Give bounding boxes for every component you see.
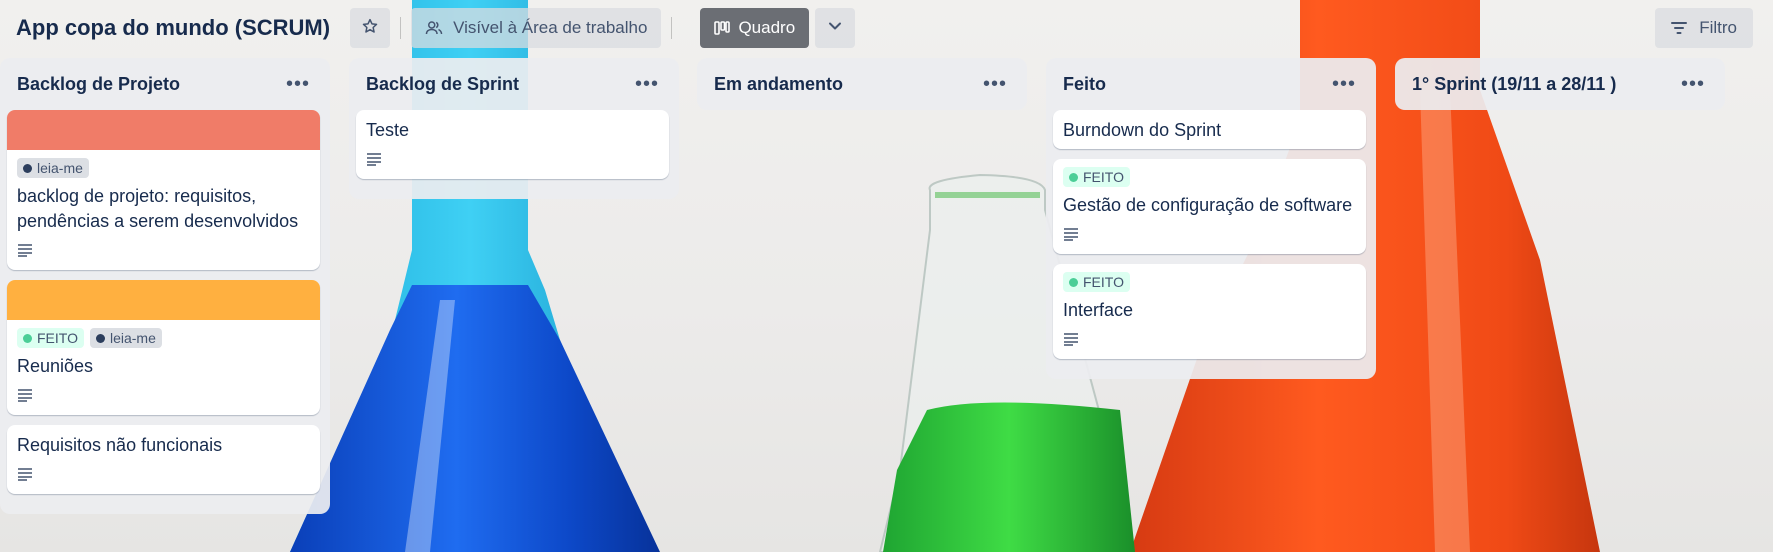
list-header: Backlog de Projeto ••• (7, 58, 320, 110)
description-icon (17, 388, 33, 407)
people-icon (425, 20, 443, 36)
more-dots-icon[interactable]: ••• (1681, 74, 1705, 94)
header-divider (400, 17, 402, 39)
filter-button[interactable]: Filtro (1655, 8, 1753, 48)
visibility-button[interactable]: Visível à Área de trabalho (411, 8, 662, 48)
label-feito[interactable]: FEITO (17, 328, 84, 348)
list-header: Backlog de Sprint ••• (356, 58, 669, 110)
chevron-down-icon (827, 18, 843, 39)
list-title[interactable]: Backlog de Sprint (366, 74, 519, 95)
card[interactable]: FEITO Gestão de configuração de software (1053, 159, 1366, 254)
more-dots-icon[interactable]: ••• (983, 74, 1007, 94)
list-header: Feito ••• (1053, 58, 1366, 110)
list-backlog-de-projeto: Backlog de Projeto ••• leia-me backlog d… (0, 58, 330, 514)
board-header: App copa do mundo (SCRUM) Visível à Área… (0, 0, 1773, 56)
list-feito: Feito ••• Burndown do Sprint FEITO Gestã… (1046, 58, 1376, 379)
more-dots-icon[interactable]: ••• (286, 74, 310, 94)
list-title[interactable]: 1° Sprint (19/11 a 28/11 ) (1412, 74, 1616, 95)
list-header: Em andamento ••• (704, 58, 1017, 110)
card[interactable]: FEITO Interface (1053, 264, 1366, 359)
visibility-label: Visível à Área de trabalho (453, 18, 648, 37)
star-icon (361, 17, 379, 40)
description-icon (366, 152, 382, 171)
list-em-andamento: Em andamento ••• (697, 58, 1027, 110)
card-title: Teste (366, 120, 410, 140)
card[interactable]: Teste (356, 110, 669, 179)
card[interactable]: FEITO leia-me Reuniões (7, 280, 320, 415)
list-title[interactable]: Backlog de Projeto (17, 74, 180, 95)
board-view-button[interactable]: Quadro (700, 8, 810, 48)
description-icon (17, 243, 33, 262)
more-dots-icon[interactable]: ••• (635, 74, 659, 94)
card[interactable]: Requisitos não funcionais (7, 425, 320, 494)
card-title: Interface (1063, 300, 1134, 320)
header-divider (671, 17, 673, 39)
list-header: 1° Sprint (19/11 a 28/11 ) ••• (1402, 58, 1715, 110)
description-icon (1063, 332, 1079, 351)
view-switcher-button[interactable] (815, 8, 856, 48)
label-leia-me[interactable]: leia-me (17, 158, 89, 178)
card-title: Requisitos não funcionais (17, 435, 223, 455)
more-dots-icon[interactable]: ••• (1332, 74, 1356, 94)
card-title: Burndown do Sprint (1063, 120, 1222, 140)
list-backlog-de-sprint: Backlog de Sprint ••• Teste (349, 58, 679, 199)
label-feito[interactable]: FEITO (1063, 272, 1130, 292)
label-feito[interactable]: FEITO (1063, 167, 1130, 187)
board-view-label: Quadro (738, 18, 796, 37)
card[interactable]: leia-me backlog de projeto: requisitos, … (7, 110, 320, 270)
card-cover (7, 110, 320, 150)
card-title: backlog de projeto: requisitos, pendênci… (17, 186, 299, 231)
list-primeiro-sprint: 1° Sprint (19/11 a 28/11 ) ••• (1395, 58, 1725, 110)
board-columns-icon (714, 21, 731, 35)
filter-label: Filtro (1699, 18, 1737, 37)
star-button[interactable] (350, 8, 391, 48)
card-cover (7, 280, 320, 320)
card-title: Reuniões (17, 356, 94, 376)
list-title[interactable]: Em andamento (714, 74, 843, 95)
description-icon (17, 467, 33, 486)
filter-icon (1671, 21, 1688, 35)
card-title: Gestão de configuração de software (1063, 195, 1353, 215)
board-title[interactable]: App copa do mundo (SCRUM) (16, 15, 330, 41)
description-icon (1063, 227, 1079, 246)
card[interactable]: Burndown do Sprint (1053, 110, 1366, 149)
label-leia-me[interactable]: leia-me (89, 328, 162, 348)
list-title[interactable]: Feito (1063, 74, 1106, 95)
